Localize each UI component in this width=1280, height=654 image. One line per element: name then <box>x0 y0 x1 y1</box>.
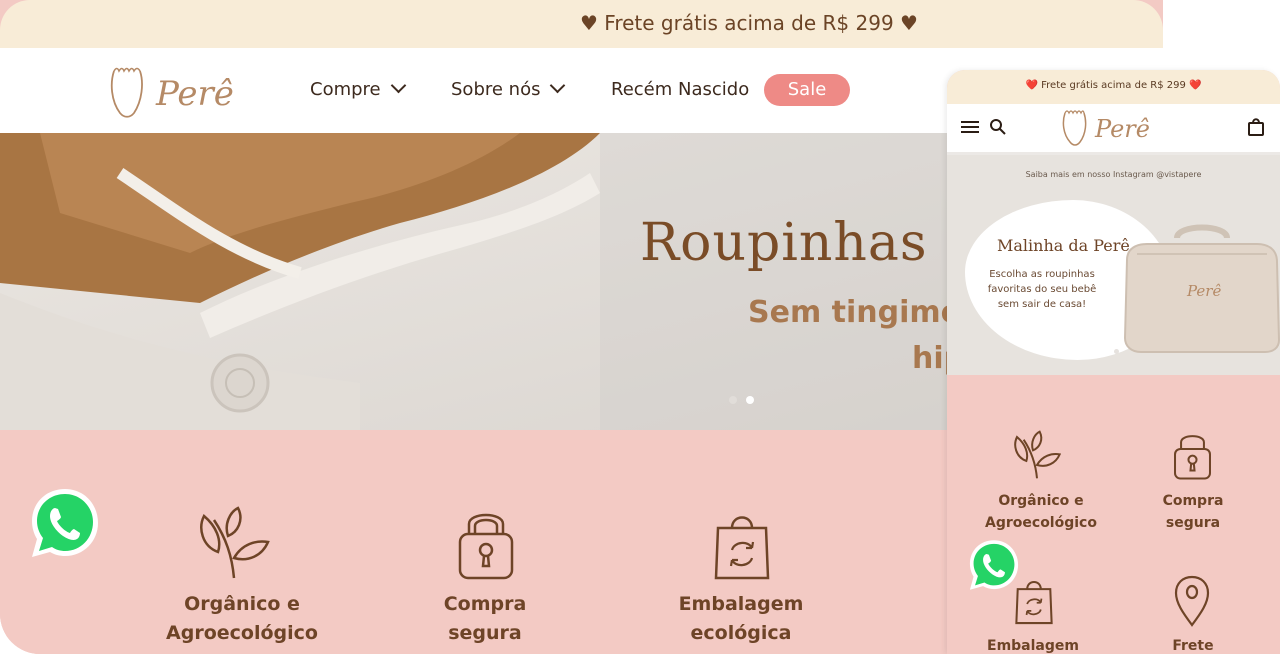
mobile-feature-organico-line2: Agroecológico <box>985 515 1097 531</box>
leaf-icon <box>1014 430 1061 479</box>
banner-title: Malinha da Perê <box>997 236 1130 255</box>
padlock-icon <box>458 513 514 580</box>
feature-organico-label: Orgânico e Agroecológico <box>142 590 342 648</box>
bag-logo: Perê <box>1186 282 1221 300</box>
diaper-bag-image: Perê <box>1123 224 1280 353</box>
chevron-down-icon <box>550 77 566 94</box>
nav-compre[interactable]: Compre <box>310 77 406 100</box>
mobile-header: Perê <box>947 104 1280 155</box>
feature-compra-label: Compra segura <box>385 590 585 648</box>
feature-embalagem-line2: ecológica <box>690 622 792 644</box>
mobile-whatsapp-icon[interactable] <box>967 538 1021 592</box>
feature-compra-line2: segura <box>448 622 522 644</box>
mobile-feature-organico-line1: Orgânico e <box>998 493 1084 509</box>
instagram-text: Saiba mais em nosso Instagram @vistapere <box>1025 170 1202 179</box>
mobile-feature-compra-line1: Compra <box>1162 493 1224 509</box>
feature-embalagem-label: Embalagem ecológica <box>641 590 841 648</box>
padlock-icon <box>1174 435 1211 480</box>
mobile-brand-logo[interactable]: Perê <box>1061 107 1165 147</box>
feature-compra-line1: Compra <box>443 593 527 615</box>
mobile-feature-compra-line2: segura <box>1165 515 1221 531</box>
mobile-promo-bar: ❤️ Frete grátis acima de R$ 299 ❤️ <box>947 70 1280 104</box>
brand-logo[interactable]: Perê <box>108 63 250 119</box>
promo-text: ♥ Frete grátis acima de R$ 299 ♥ <box>580 11 918 35</box>
promo-bar: ♥ Frete grátis acima de R$ 299 ♥ <box>0 0 1163 48</box>
mobile-feature-embalagem-label: Embalagem <box>958 635 1108 654</box>
nav-sobre-nos-label: Sobre nós <box>451 79 541 100</box>
banner-text: Escolha as roupinhas favoritas do seu be… <box>987 269 1097 310</box>
logo-wordmark: Perê <box>155 74 234 114</box>
mobile-slide-dot-1[interactable] <box>1104 349 1109 354</box>
feature-organico-line2: Agroecológico <box>166 622 318 644</box>
mobile-view: ❤️ Frete grátis acima de R$ 299 ❤️ Perê … <box>947 70 1280 654</box>
nav-compre-label: Compre <box>310 79 381 100</box>
mobile-promo-text: ❤️ Frete grátis acima de R$ 299 ❤️ <box>1025 80 1202 91</box>
slide-dot-1[interactable] <box>729 396 737 404</box>
chevron-down-icon <box>390 77 406 94</box>
leaf-icon <box>200 506 270 579</box>
mobile-feature-frete-label: Frete <box>1118 635 1268 654</box>
mobile-banner[interactable]: Saiba mais em nosso Instagram @vistapere… <box>947 155 1280 375</box>
recycle-bag-icon <box>714 516 770 580</box>
slide-dot-2[interactable] <box>746 396 754 404</box>
location-pin-icon <box>1174 575 1210 627</box>
nav-recem-nascido-label: Recém Nascido <box>611 79 750 100</box>
nav-sobre-nos[interactable]: Sobre nós <box>451 77 566 100</box>
mobile-slide-dot-2[interactable] <box>1114 349 1119 354</box>
menu-icon[interactable] <box>961 120 979 134</box>
nav-recem-nascido[interactable]: Recém Nascido <box>611 79 749 100</box>
whatsapp-icon[interactable] <box>28 486 102 560</box>
feature-embalagem-line1: Embalagem <box>678 593 804 615</box>
sale-button[interactable]: Sale <box>764 74 850 106</box>
mobile-feature-embalagem-line1: Embalagem <box>987 638 1079 654</box>
mobile-features: Orgânico e Agroecológico Compra segura E… <box>947 375 1280 654</box>
mobile-logo-wordmark: Perê <box>1094 115 1150 143</box>
mobile-feature-organico-label: Orgânico e Agroecológico <box>966 490 1116 534</box>
search-icon[interactable] <box>989 118 1007 136</box>
mobile-feature-compra-label: Compra segura <box>1118 490 1268 534</box>
shopping-bag-icon[interactable] <box>1247 117 1265 137</box>
feature-organico-line1: Orgânico e <box>184 593 300 615</box>
mobile-feature-frete-line1: Frete <box>1172 638 1214 654</box>
